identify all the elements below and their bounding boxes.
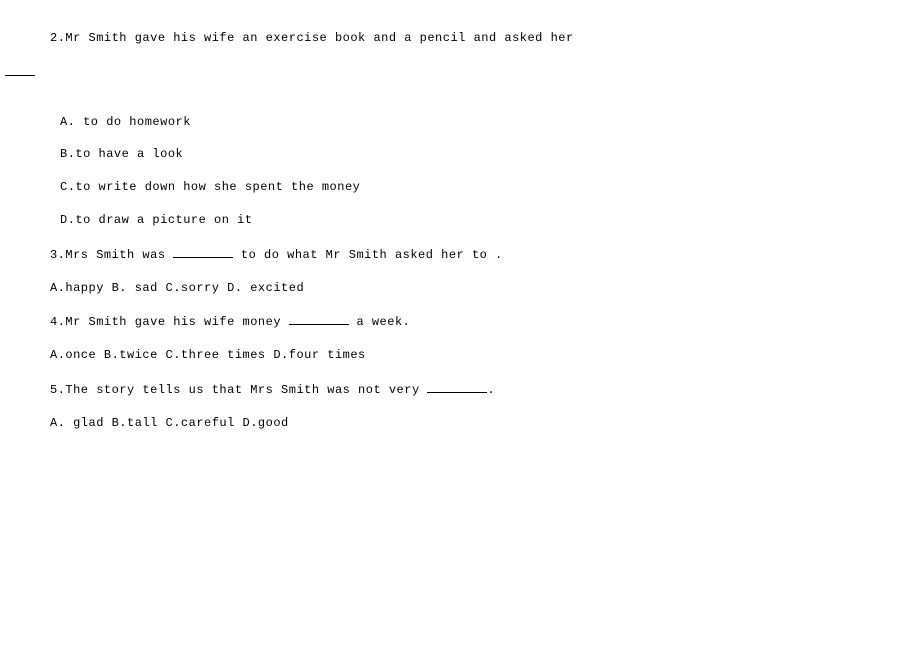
q2-option-c: C.to write down how she spent the money <box>50 179 870 196</box>
q2-stem: 2.Mr Smith gave his wife an exercise boo… <box>50 30 870 47</box>
q3-options: A.happy B. sad C.sorry D. excited <box>50 280 870 297</box>
q3-stem-suffix: to do what Mr Smith asked her to . <box>233 248 503 262</box>
q4-stem-suffix: a week. <box>349 315 411 329</box>
q4-blank <box>289 312 349 325</box>
q5-stem-prefix: 5.The story tells us that Mrs Smith was … <box>50 383 427 397</box>
q5-blank <box>427 380 487 393</box>
q3-stem-prefix: 3.Mrs Smith was <box>50 248 173 262</box>
q2-blank-line <box>50 63 870 98</box>
q5-stem: 5.The story tells us that Mrs Smith was … <box>50 380 870 399</box>
q4-stem: 4.Mr Smith gave his wife money a week. <box>50 312 870 331</box>
q3-stem: 3.Mrs Smith was to do what Mr Smith aske… <box>50 245 870 264</box>
q5-stem-suffix: . <box>487 383 495 397</box>
q2-option-b: B.to have a look <box>50 146 870 163</box>
q2-option-a: A. to do homework <box>50 114 870 131</box>
q4-options: A.once B.twice C.three times D.four time… <box>50 347 870 364</box>
q2-option-d: D.to draw a picture on it <box>50 212 870 229</box>
q3-blank <box>173 245 233 258</box>
q5-options: A. glad B.tall C.careful D.good <box>50 415 870 432</box>
q4-stem-prefix: 4.Mr Smith gave his wife money <box>50 315 289 329</box>
